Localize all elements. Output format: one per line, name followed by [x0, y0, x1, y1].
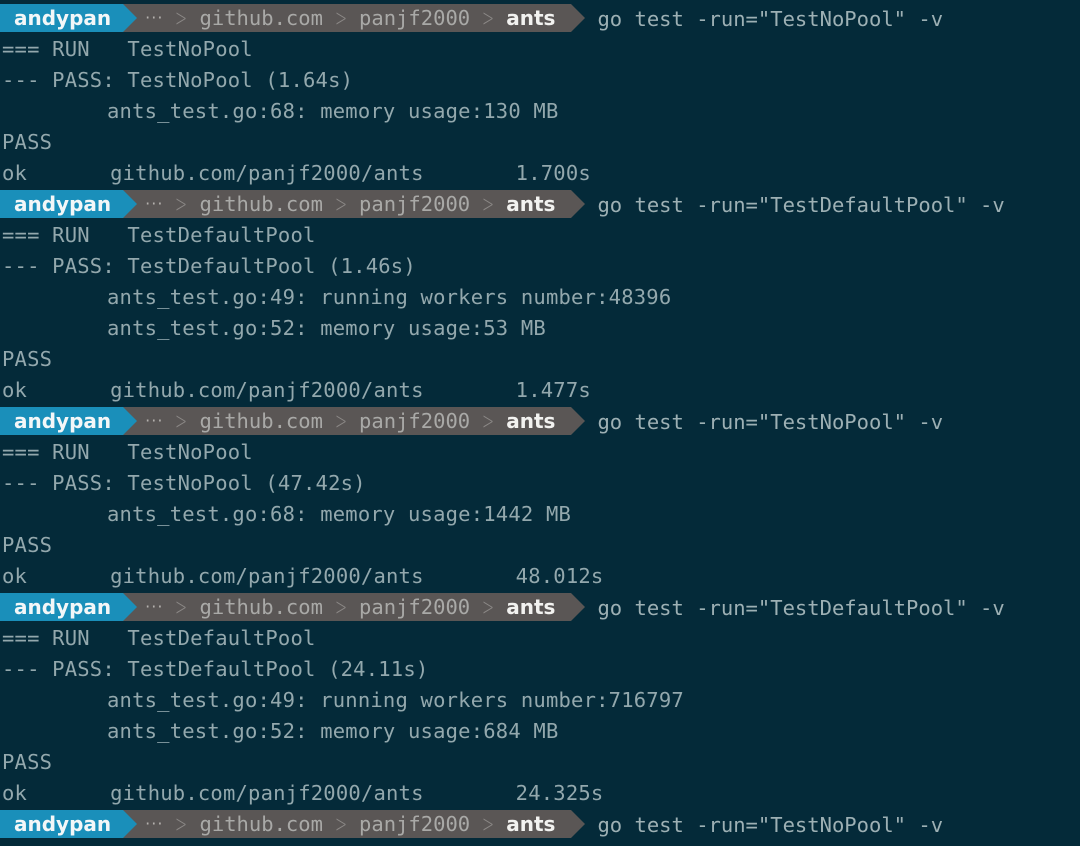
path-part: github.com	[199, 594, 323, 619]
ok-line: ok github.com/panjf2000/ants 24.325s	[0, 778, 1080, 809]
command-text: go test -run="TestDefaultPool" -v	[597, 192, 1005, 217]
prompt-path-segment: ··· > github.com > panjf2000 > ants	[123, 592, 586, 621]
prompt-user-segment: andypan	[0, 406, 138, 435]
ok-line: ok github.com/panjf2000/ants 48.012s	[0, 561, 1080, 592]
path-part: panjf2000	[359, 594, 471, 619]
path-part: github.com	[199, 191, 323, 216]
duration: 1.477s	[515, 378, 591, 402]
log-text: ants_test.go:68: memory usage:130 MB	[107, 99, 559, 123]
path-part: panjf2000	[359, 408, 471, 433]
pass-line: --- PASS: TestDefaultPool (1.46s)	[2, 254, 416, 278]
log-line: ants_test.go:52: memory usage:53 MB	[0, 313, 1080, 344]
run-line: === RUN TestDefaultPool	[2, 223, 316, 247]
package-path: github.com/panjf2000/ants	[110, 378, 424, 402]
chevron-right-icon: >	[334, 3, 348, 32]
chevron-right-icon: >	[482, 406, 495, 435]
current-directory: ants	[506, 811, 556, 836]
prompt-path-segment: ··· > github.com > panjf2000 > ants	[123, 3, 586, 32]
path-part: panjf2000	[359, 811, 471, 836]
prompt-user-segment: andypan	[0, 809, 138, 838]
current-directory: ants	[506, 5, 556, 30]
chevron-right-icon: >	[482, 3, 495, 32]
command-text: go test -run="TestDefaultPool" -v	[597, 595, 1005, 620]
chevron-right-icon: >	[175, 809, 188, 838]
current-directory: ants	[506, 408, 556, 433]
log-line: ants_test.go:68: memory usage:130 MB	[0, 96, 1080, 127]
chevron-right-icon: >	[334, 809, 348, 838]
log-text: ants_test.go:49: running workers number:…	[107, 688, 684, 712]
path-part: github.com	[199, 811, 323, 836]
duration: 24.325s	[515, 781, 604, 805]
log-line: ants_test.go:49: running workers number:…	[0, 282, 1080, 313]
shell-prompt: andypan ··· > github.com > panjf2000 > a…	[0, 189, 1080, 220]
duration: 48.012s	[515, 564, 604, 588]
chevron-right-icon: >	[482, 592, 495, 621]
status-line: PASS	[2, 347, 53, 371]
chevron-right-icon: >	[482, 189, 495, 218]
status-line: PASS	[2, 533, 53, 557]
path-part: github.com	[199, 408, 323, 433]
duration: 1.700s	[515, 161, 591, 185]
shell-prompt: andypan ··· > github.com > panjf2000 > a…	[0, 3, 1080, 34]
prompt-path-segment: ··· > github.com > panjf2000 > ants	[123, 406, 586, 435]
pass-line: --- PASS: TestNoPool (1.64s)	[2, 68, 354, 92]
chevron-right-icon: >	[175, 189, 188, 218]
path-part: panjf2000	[359, 5, 471, 30]
ok-label: ok	[2, 378, 28, 402]
chevron-right-icon: >	[334, 406, 348, 435]
log-line: ants_test.go:52: memory usage:684 MB	[0, 716, 1080, 747]
ok-label: ok	[2, 564, 28, 588]
chevron-right-icon: >	[175, 406, 188, 435]
package-path: github.com/panjf2000/ants	[110, 161, 424, 185]
shell-prompt: andypan ··· > github.com > panjf2000 > a…	[0, 406, 1080, 437]
command-input[interactable]: go test -run="TestNoPool" -v	[597, 813, 943, 837]
ellipsis-icon: ···	[145, 813, 164, 833]
ellipsis-icon: ···	[145, 7, 164, 27]
command-text: go test -run="TestNoPool" -v	[597, 409, 944, 434]
chevron-right-icon: >	[334, 592, 348, 621]
ok-label: ok	[2, 781, 28, 805]
pass-line: --- PASS: TestNoPool (47.42s)	[2, 471, 366, 495]
ok-line: ok github.com/panjf2000/ants 1.477s	[0, 375, 1080, 406]
log-line: ants_test.go:49: running workers number:…	[0, 685, 1080, 716]
prompt-user-segment: andypan	[0, 189, 138, 218]
command-text: go test -run="TestNoPool" -v	[597, 6, 944, 31]
shell-prompt: andypan ··· > github.com > panjf2000 > a…	[0, 592, 1080, 623]
ellipsis-icon: ···	[145, 410, 164, 430]
chevron-right-icon: >	[175, 592, 188, 621]
ok-label: ok	[2, 161, 28, 185]
chevron-right-icon: >	[175, 3, 188, 32]
log-text: ants_test.go:52: memory usage:684 MB	[107, 719, 559, 743]
log-text: ants_test.go:49: running workers number:…	[107, 285, 672, 309]
run-line: === RUN TestNoPool	[2, 440, 253, 464]
ellipsis-icon: ···	[145, 193, 164, 213]
path-part: github.com	[199, 5, 323, 30]
terminal-window[interactable]: andypan ··· > github.com > panjf2000 > a…	[0, 0, 1080, 846]
shell-prompt-active[interactable]: andypan ··· > github.com > panjf2000 > a…	[0, 809, 1080, 840]
ok-line: ok github.com/panjf2000/ants 1.700s	[0, 158, 1080, 189]
prompt-path-segment: ··· > github.com > panjf2000 > ants	[123, 189, 586, 218]
pass-line: --- PASS: TestDefaultPool (24.11s)	[2, 657, 429, 681]
package-path: github.com/panjf2000/ants	[110, 781, 424, 805]
run-line: === RUN TestNoPool	[2, 37, 253, 61]
ellipsis-icon: ···	[145, 596, 164, 616]
status-line: PASS	[2, 750, 53, 774]
chevron-right-icon: >	[334, 189, 348, 218]
prompt-path-segment: ··· > github.com > panjf2000 > ants	[123, 809, 586, 838]
path-part: panjf2000	[359, 191, 471, 216]
log-text: ants_test.go:52: memory usage:53 MB	[107, 316, 546, 340]
status-line: PASS	[2, 130, 53, 154]
prompt-user-segment: andypan	[0, 592, 138, 621]
log-line: ants_test.go:68: memory usage:1442 MB	[0, 499, 1080, 530]
run-line: === RUN TestDefaultPool	[2, 626, 316, 650]
current-directory: ants	[506, 594, 556, 619]
current-directory: ants	[506, 191, 556, 216]
log-text: ants_test.go:68: memory usage:1442 MB	[107, 502, 572, 526]
chevron-right-icon: >	[482, 809, 495, 838]
package-path: github.com/panjf2000/ants	[110, 564, 424, 588]
prompt-user-segment: andypan	[0, 3, 138, 32]
